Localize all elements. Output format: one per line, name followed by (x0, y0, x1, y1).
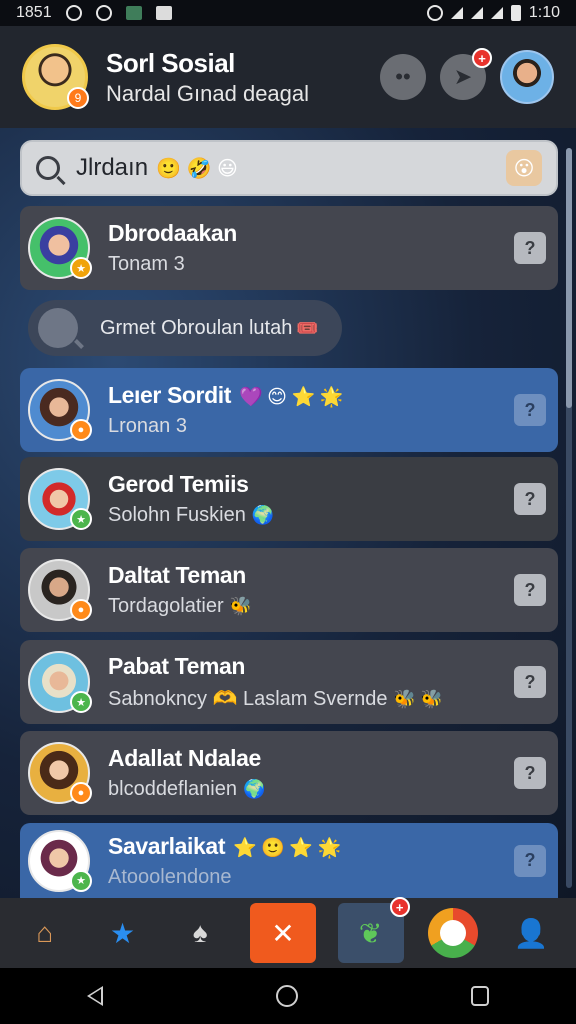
contact-status: Lronan 3 (108, 415, 187, 437)
signal-icon-2 (490, 7, 503, 19)
search-icon (36, 156, 60, 180)
wifi-off-icon[interactable]: ✕ (249, 903, 316, 963)
app-header: 9 Sorl Sosial Nardal Gınad deagal •• ➤ + (0, 26, 576, 128)
status-bar: 1851 1:10 (0, 0, 576, 26)
back-icon[interactable] (86, 986, 103, 1006)
status-badge: ● (70, 419, 92, 441)
avatar-badge: 9 (67, 87, 89, 109)
avatar: ● (28, 742, 92, 804)
name-emoji: ⭐ 🙂 ⭐ 🌟 (233, 837, 341, 859)
contact-item[interactable]: ★ Pabat Teman Sabnokncy 🫶 Laslam Svernde… (20, 640, 558, 724)
signal-icon-1 (470, 7, 483, 19)
bubble-avatar-icon (38, 308, 78, 348)
status-emoji: 🐝 🐝 (393, 689, 444, 709)
bottom-navigation: ⌂ ★ ♠ ✕ ❦ + 👤 (0, 897, 576, 968)
contact-name: Dbrodaakan (108, 220, 237, 246)
status-time-right: 1:10 (528, 4, 560, 21)
contact-status: Sabnokncy 🫶 Laslam Svernde (108, 688, 388, 710)
status-emoji: 🐝 (229, 596, 253, 616)
action-button[interactable]: ? (514, 394, 546, 426)
action-button[interactable]: ? (514, 844, 546, 877)
contact-status: Solohn Fuskien (108, 504, 246, 526)
map-center (440, 920, 467, 946)
wifi-icon (450, 7, 463, 19)
instagram-icon (95, 5, 112, 21)
share-button[interactable]: ➤ + (440, 48, 492, 100)
contact-name: Leıer Sordit (108, 382, 232, 408)
search-emoji: 🙂 🤣 😃 (156, 157, 238, 180)
system-navigation (0, 968, 576, 1024)
action-button[interactable]: ? (514, 574, 546, 606)
contact-status: Tordagolatier (108, 595, 224, 617)
status-badge: ★ (70, 691, 92, 713)
avatar: ★ (28, 651, 92, 713)
status-badge: ● (70, 782, 92, 804)
more-button[interactable]: •• (380, 54, 426, 100)
status-time-left: 1851 (16, 4, 52, 21)
contact-name: Savarlaikat (108, 832, 226, 859)
avatar: ● (28, 559, 92, 621)
contact-status: Atooolendone (108, 865, 232, 888)
chat-notification-badge: + (389, 897, 410, 917)
share-icon: ➤ (453, 64, 473, 89)
action-button[interactable]: ? (514, 757, 546, 789)
contact-status: blcoddeflanien (108, 778, 237, 800)
action-button[interactable]: ? (514, 666, 546, 698)
bubble-text: Grmet Obroulan lutah (100, 316, 293, 339)
image-icon (155, 6, 172, 20)
scrollbar-thumb[interactable] (566, 148, 572, 408)
app-subtitle: Nardal Gınad deagal (106, 80, 310, 106)
app-title: Sorl Sosial (106, 47, 235, 78)
contact-item[interactable]: ★ Savarlaikat ⭐ 🙂 ⭐ 🌟 Atooolendone ? (20, 823, 558, 898)
home-circle-icon[interactable] (275, 985, 298, 1007)
search-input[interactable]: Jlrdaın (76, 154, 148, 182)
app-avatar[interactable]: 9 (22, 44, 89, 110)
status-badge: ● (70, 599, 92, 621)
status-badge: ★ (70, 257, 92, 279)
location-icon[interactable] (425, 905, 481, 961)
avatar: ● (28, 379, 92, 441)
contact-status: Tonam 3 (108, 253, 185, 275)
tree-icon[interactable]: ♠ (172, 905, 228, 961)
search-bar[interactable]: Jlrdaın 🙂 🤣 😃 😮 (20, 140, 558, 196)
status-emoji: 🌍 (251, 505, 275, 525)
action-button[interactable]: ? (514, 232, 546, 264)
message-bubble[interactable]: Grmet Obroulan lutah 🎟️ (28, 300, 342, 356)
avatar: ★ (28, 468, 92, 530)
alarm-icon (426, 5, 443, 21)
contact-name: Adallat Ndalae (108, 745, 261, 771)
dots-icon: •• (395, 64, 411, 89)
contact-item[interactable]: ● Leıer Sordit 💜 😊 ⭐ 🌟 Lronan 3 ? (20, 368, 558, 452)
bubble-emoji: 🎟️ (296, 317, 319, 338)
map-badge-icon (428, 908, 479, 958)
vpn-icon (65, 5, 82, 21)
notification-badge: + (472, 48, 492, 68)
contact-name: Daltat Teman (108, 562, 246, 588)
contact-name: Pabat Teman (108, 653, 246, 679)
contact-item[interactable]: ★ Dbrodaakan Tonam 3 ? (20, 206, 558, 290)
mood-icon[interactable]: 😮 (506, 150, 542, 186)
contact-item[interactable]: ● Adallat Ndalae blcoddeflanien 🌍 ? (20, 731, 558, 815)
home-icon[interactable]: ⌂ (17, 905, 73, 961)
recents-icon[interactable] (471, 986, 490, 1006)
battery-icon (510, 5, 521, 21)
contact-item[interactable]: ★ Gerod Temiis Solohn Fuskien 🌍 ? (20, 457, 558, 541)
name-emoji: 💜 😊 ⭐ 🌟 (239, 387, 343, 408)
status-emoji: 🌍 (243, 779, 266, 799)
chat-icon[interactable]: ❦ + (337, 897, 410, 963)
avatar: ★ (28, 829, 92, 892)
person-icon[interactable]: 👤 (503, 905, 559, 961)
contact-name: Gerod Temiis (108, 471, 249, 497)
star-icon[interactable]: ★ (95, 905, 151, 961)
status-badge: ★ (70, 508, 92, 530)
gallery-icon (125, 6, 142, 20)
chat-leaf-icon: ❦ (358, 917, 383, 949)
status-badge: ★ (70, 869, 92, 892)
contact-item[interactable]: ● Daltat Teman Tordagolatier 🐝 ? (20, 548, 558, 632)
avatar: ★ (28, 217, 92, 279)
scrollbar[interactable] (566, 148, 572, 888)
action-button[interactable]: ? (514, 483, 546, 515)
profile-avatar[interactable] (500, 50, 554, 104)
